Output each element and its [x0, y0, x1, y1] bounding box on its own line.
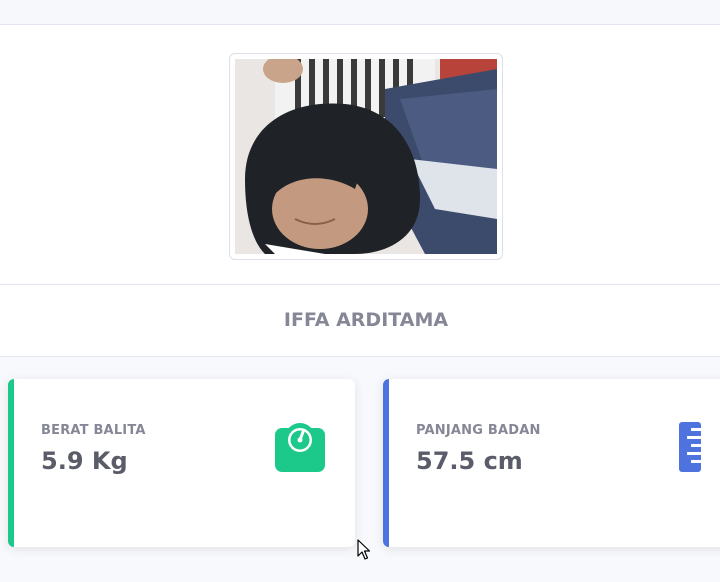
length-label: PANJANG BADAN [416, 423, 541, 438]
weight-label: BERAT BALITA [41, 423, 146, 438]
weight-card: BERAT BALITA 5.9 Kg [8, 379, 355, 547]
scale-icon [275, 423, 325, 472]
mouse-cursor-icon [357, 539, 371, 560]
photo-section [0, 25, 720, 285]
ruler-icon [679, 422, 701, 472]
top-bar [0, 0, 720, 25]
child-photo [229, 53, 503, 260]
child-photo-image [235, 59, 497, 254]
weight-value: 5.9 Kg [41, 447, 128, 475]
child-name: IFFA ARDITAMA [283, 309, 449, 331]
length-value: 57.5 cm [416, 447, 523, 475]
name-section: IFFA ARDITAMA [0, 285, 720, 357]
length-card: PANJANG BADAN 57.5 cm [383, 379, 720, 547]
